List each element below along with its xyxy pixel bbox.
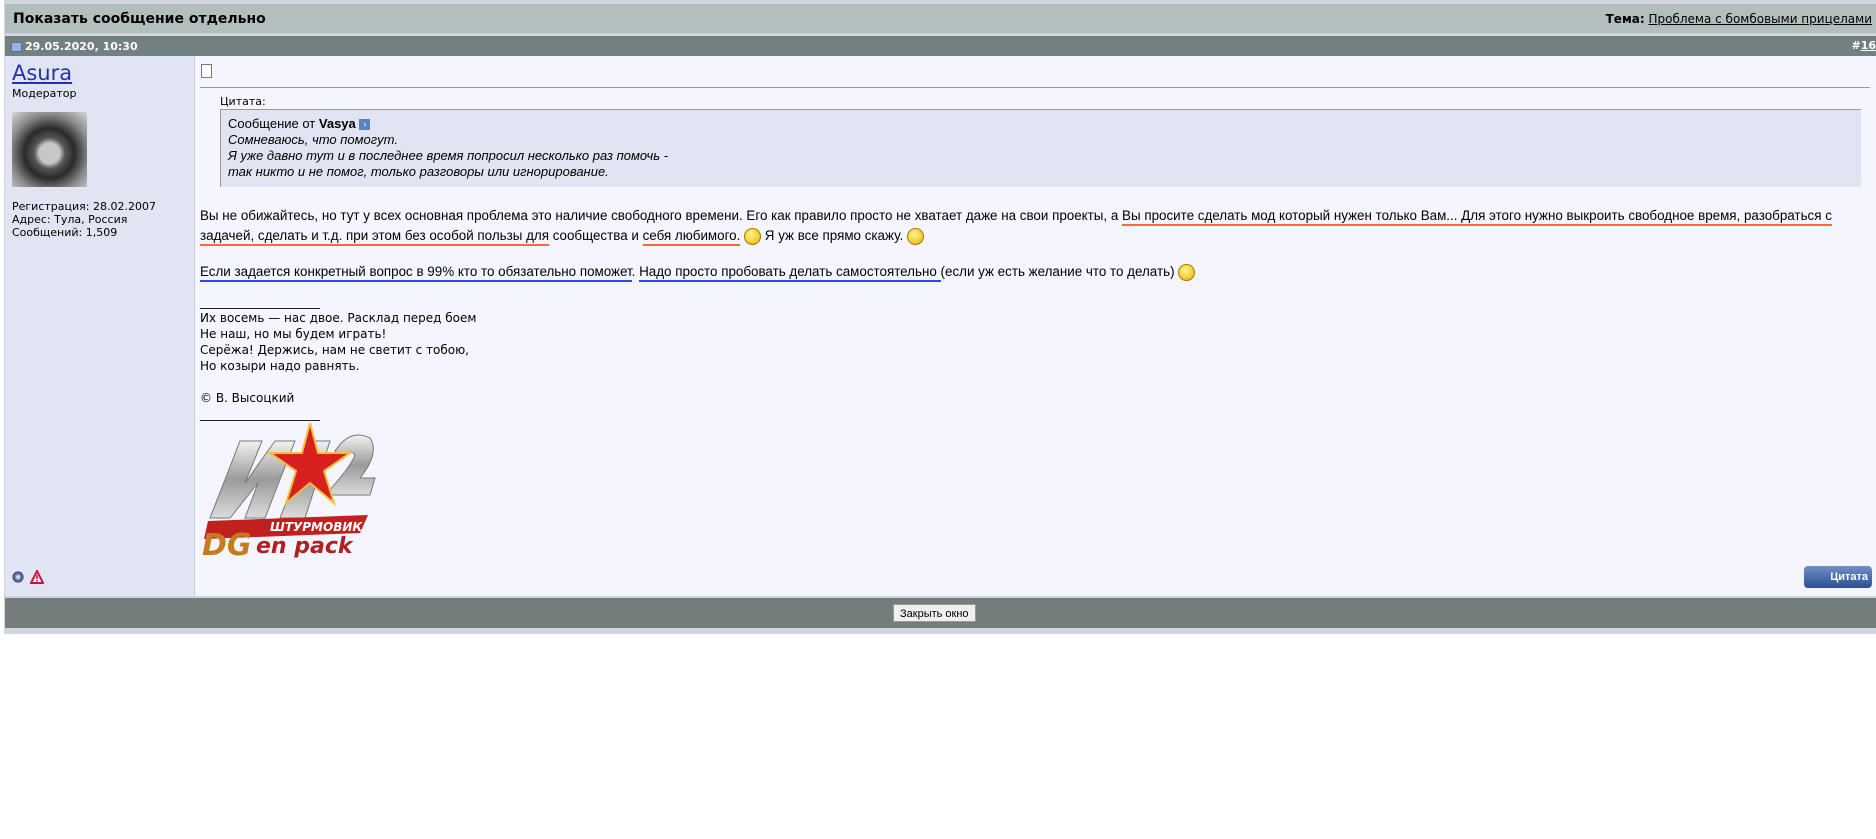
quote-from-prefix: Сообщение от (228, 116, 316, 131)
svg-text:DG: DG (202, 528, 252, 558)
quote-button[interactable]: Цитата (1804, 566, 1872, 588)
message-body: Вы не обижайтесь, но тут у всех основная… (200, 206, 1850, 298)
author-sidebar: Asura Модератор Регистрация: 28.02.2007 … (5, 56, 195, 596)
view-post-arrow-icon[interactable]: › (359, 119, 371, 131)
quote-line: Сомневаюсь, что помогут. (228, 132, 398, 147)
message-text-underlined: Надо просто пробовать делать самостоятел… (639, 264, 941, 282)
quote-line: так никто и не помог, только разговоры и… (228, 164, 609, 179)
svg-text:en pack: en pack (256, 534, 354, 558)
signature-rule: ____________________ (200, 295, 320, 309)
message-text: Вы не обижайтесь, но тут у всех основная… (200, 208, 1123, 223)
topic-link[interactable]: Проблема с бомбовыми прицелами (1648, 12, 1872, 26)
post-number-prefix: # (1851, 39, 1861, 52)
author-registration: Регистрация: 28.02.2007 (12, 200, 156, 213)
signature-line: Их восемь — нас двое. Расклад перед боем (200, 311, 477, 325)
avatar (12, 112, 87, 187)
signature-line: Серёжа! Держись, нам не светит с тобою, (200, 343, 469, 357)
message-text-underlined: Если задается конкретный вопрос в 99% кт… (200, 264, 632, 282)
message-text: сообщества и (548, 228, 643, 243)
smiley-icon (744, 227, 762, 245)
author-posts: Сообщений: 1,509 (12, 226, 118, 239)
signature-line: Но козыри надо равнять. (200, 359, 360, 373)
topic: Тема: Проблема с бомбовыми прицелами (1606, 12, 1872, 26)
signature-rule: ____________________ (200, 407, 320, 421)
post-icon (11, 41, 22, 52)
smiley-icon (906, 227, 924, 245)
post-content: Цитата: Сообщение от Vasya › Сомневаюсь,… (195, 56, 1876, 596)
footer-bar: Закрыть окно (5, 598, 1876, 628)
signature-credit: © В. Высоцкий (200, 391, 295, 405)
quote-box: Сообщение от Vasya › Сомневаюсь, что пом… (220, 109, 1861, 187)
post-date: 29.05.2020, 10:30 (25, 40, 138, 53)
message-text: . (631, 264, 640, 279)
author-info: Регистрация: 28.02.2007 Адрес: Тула, Рос… (12, 200, 156, 239)
quote-author: Vasya (318, 116, 356, 131)
quote-label: Цитата: (220, 95, 266, 108)
report-warning-icon[interactable] (30, 570, 44, 584)
message-text: Я уж все прямо скажу. (761, 228, 904, 243)
topic-label: Тема: (1605, 12, 1645, 26)
signature: ____________________ Их восемь — нас дво… (200, 294, 476, 422)
author-address: Адрес: Тула, Россия (12, 213, 128, 226)
document-icon (201, 64, 212, 78)
post-date-bar: 29.05.2020, 10:30 #16 (5, 36, 1876, 56)
page-title: Показать сообщение отдельно (13, 11, 266, 27)
title-bar: Показать сообщение отдельно Тема: Пробле… (5, 4, 1876, 33)
signature-line: Не наш, но мы будем играть! (200, 327, 387, 341)
author-role: Модератор (12, 87, 77, 100)
il2-dgen-logo: ШТУРМОВИК DG en pack (202, 423, 376, 558)
online-status-icon[interactable] (12, 571, 24, 583)
svg-text:ШТУРМОВИК: ШТУРМОВИК (270, 520, 363, 534)
post-number-link[interactable]: 16 (1861, 39, 1876, 52)
wink-smiley-icon (1178, 263, 1196, 281)
close-window-button[interactable]: Закрыть окно (893, 604, 976, 622)
message-text: (если уж есть желание что то делать) (940, 264, 1175, 279)
author-name[interactable]: Asura (12, 61, 72, 85)
divider (200, 87, 1870, 88)
quote-line: Я уже давно тут и в последнее время попр… (228, 148, 669, 163)
message-text-underlined: себя любимого. (642, 228, 741, 246)
